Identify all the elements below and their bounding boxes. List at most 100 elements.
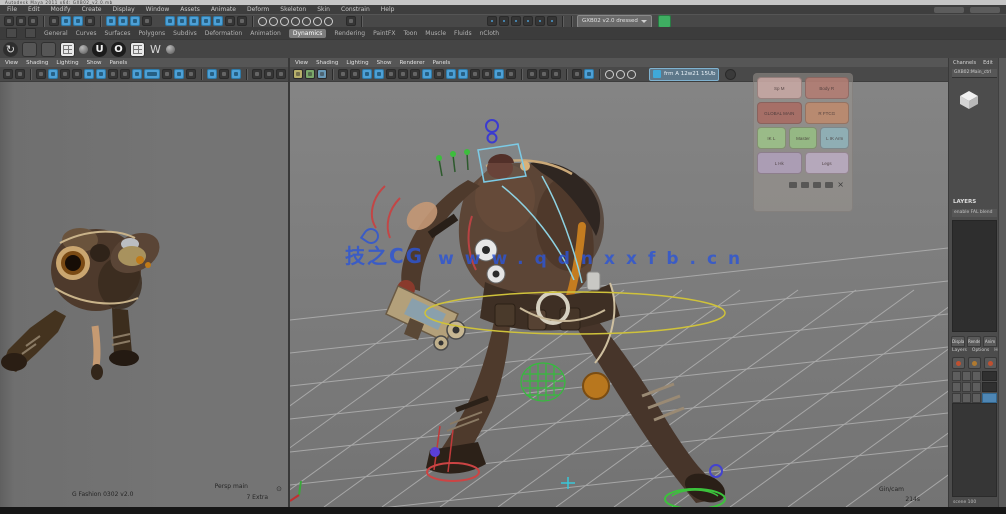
status-icon[interactable] — [61, 16, 71, 26]
viewport-right-panel[interactable]: ViewShadingLightingShowRendererPanels fr… — [290, 58, 948, 507]
plugin-cube-icon[interactable] — [658, 15, 671, 28]
layer-row[interactable] — [952, 371, 997, 381]
vpl-toolbar-icon[interactable] — [276, 69, 286, 79]
vpr-toolbar-icon[interactable] — [434, 69, 444, 79]
layer-visibility-toggle[interactable] — [972, 393, 981, 403]
picker-button-body-r[interactable]: Body R — [805, 77, 850, 99]
panel-toggle-icon[interactable] — [487, 16, 497, 26]
vpr-toolbar-icon[interactable] — [293, 69, 303, 79]
menu-animate[interactable]: Animate — [211, 6, 236, 13]
vpl-menu-shading[interactable]: Shading — [26, 60, 48, 66]
shelf-tab-rendering[interactable]: Rendering — [334, 30, 365, 37]
status-icon[interactable] — [142, 16, 152, 26]
vpl-toolbar-icon[interactable] — [15, 69, 25, 79]
status-icon[interactable] — [106, 16, 116, 26]
shelf-tab-fluids[interactable]: Fluids — [454, 30, 472, 37]
scene-dropdown[interactable]: GXB02 v2.0 dressed — [577, 15, 652, 28]
toolbar-round-button[interactable] — [725, 69, 736, 80]
vpr-toolbar-icon[interactable] — [539, 69, 549, 79]
pose-icon[interactable] — [789, 182, 797, 188]
status-icon[interactable] — [291, 17, 300, 26]
picker-button-global-main[interactable]: GLOBAL MAIN — [757, 102, 802, 124]
picker-button-master[interactable]: Master — [789, 127, 818, 149]
status-icon[interactable] — [269, 17, 278, 26]
shelf-tab-curves[interactable]: Curves — [76, 30, 97, 37]
sphere-small-icon[interactable] — [166, 45, 175, 54]
shelf-tab-ncloth[interactable]: nCloth — [480, 30, 500, 37]
layer-tab-display[interactable]: Display — [951, 336, 965, 347]
menu-deform[interactable]: Deform — [247, 6, 269, 13]
vpr-toolbar-icon[interactable] — [527, 69, 537, 79]
picker-close-icon[interactable]: × — [837, 182, 844, 188]
vpl-toolbar-icon[interactable] — [60, 69, 70, 79]
vpl-toolbar-icon[interactable] — [48, 69, 58, 79]
vpl-toolbar-icon[interactable] — [264, 69, 274, 79]
picker-button-l-ik-arm[interactable]: L IK Arm — [820, 127, 849, 149]
vpr-toolbar-icon[interactable] — [338, 69, 348, 79]
vpr-toolbar-icon[interactable] — [317, 69, 327, 79]
workspace-chip[interactable] — [934, 7, 964, 13]
character-picker-panel[interactable]: Sp MBody RGLOBAL MAINR FTCGIK LMasterL I… — [753, 73, 853, 212]
layer-visibility-toggle[interactable] — [972, 371, 981, 381]
vpl-toolbar-icon[interactable] — [252, 69, 262, 79]
status-icon[interactable] — [201, 16, 211, 26]
vpr-toolbar-icon[interactable] — [572, 69, 582, 79]
vpl-toolbar-icon[interactable] — [231, 69, 241, 79]
vpr-toolbar-icon[interactable] — [551, 69, 561, 79]
vpl-toolbar-icon[interactable] — [162, 69, 172, 79]
vpr-toolbar-icon[interactable] — [410, 69, 420, 79]
viewport-left-panel[interactable]: ViewShadingLightingShowPanels G Fashion … — [0, 58, 290, 507]
vpr-toolbar-icon[interactable] — [616, 70, 625, 79]
shelf-letter-w[interactable]: W — [149, 42, 162, 57]
flip-icon[interactable] — [813, 182, 821, 188]
vpl-toolbar-icon[interactable] — [174, 69, 184, 79]
render-thumb-icon[interactable] — [22, 42, 37, 57]
layer-name-bar[interactable] — [982, 382, 997, 392]
status-icon[interactable] — [213, 16, 223, 26]
checker-icon[interactable] — [60, 42, 75, 57]
layer-visibility-toggle[interactable] — [962, 393, 971, 403]
layer-visibility-toggle[interactable] — [972, 382, 981, 392]
menu-display[interactable]: Display — [113, 6, 135, 13]
layer-menu-options[interactable]: Options — [972, 348, 989, 353]
layer-create-button[interactable] — [984, 357, 997, 369]
vpl-toolbar-icon[interactable] — [132, 69, 142, 79]
vpr-toolbar-icon[interactable] — [584, 69, 594, 79]
channel-box-menu-edit[interactable]: Edit — [983, 60, 993, 66]
panel-toggle-icon[interactable] — [499, 16, 509, 26]
status-icon[interactable] — [280, 17, 289, 26]
status-icon[interactable] — [346, 16, 356, 26]
status-icon[interactable] — [225, 16, 235, 26]
panel-toggle-icon[interactable] — [547, 16, 557, 26]
vpr-menu-renderer[interactable]: Renderer — [399, 60, 424, 66]
channel-box-menu-channels[interactable]: Channels — [953, 60, 976, 66]
vpr-menu-shading[interactable]: Shading — [316, 60, 338, 66]
vpl-toolbar-icon[interactable] — [36, 69, 46, 79]
status-icon[interactable] — [324, 17, 333, 26]
status-icon[interactable] — [258, 17, 267, 26]
status-icon[interactable] — [177, 16, 187, 26]
layer-visibility-toggle[interactable] — [962, 382, 971, 392]
texture-thumb-icon[interactable] — [41, 42, 56, 57]
menu-skin[interactable]: Skin — [317, 6, 330, 13]
camera-name-field[interactable]: frm A 12w21 15Ub — [649, 68, 719, 81]
vpr-toolbar-icon[interactable] — [482, 69, 492, 79]
shelf-tab-surfaces[interactable]: Surfaces — [104, 30, 130, 37]
sphere-icon[interactable] — [79, 45, 88, 54]
menu-assets[interactable]: Assets — [180, 6, 200, 13]
shelf-tab-subdivs[interactable]: Subdivs — [173, 30, 197, 37]
vpr-menu-panels[interactable]: Panels — [433, 60, 451, 66]
menu-window[interactable]: Window — [146, 6, 170, 13]
mirror-icon[interactable] — [825, 182, 833, 188]
character-model-left[interactable] — [1, 225, 166, 380]
vpr-menu-view[interactable]: View — [295, 60, 308, 66]
shelf-tab-toon[interactable]: Toon — [403, 30, 417, 37]
panel-toggle-icon[interactable] — [511, 16, 521, 26]
picker-button-ik-l[interactable]: IK L — [757, 127, 786, 149]
shelf-tab-deformation[interactable]: Deformation — [205, 30, 242, 37]
menu-file[interactable]: File — [7, 6, 17, 13]
layer-visibility-toggle[interactable] — [952, 382, 961, 392]
vpr-toolbar-icon[interactable] — [506, 69, 516, 79]
menu-skeleton[interactable]: Skeleton — [280, 6, 306, 13]
status-icon[interactable] — [118, 16, 128, 26]
